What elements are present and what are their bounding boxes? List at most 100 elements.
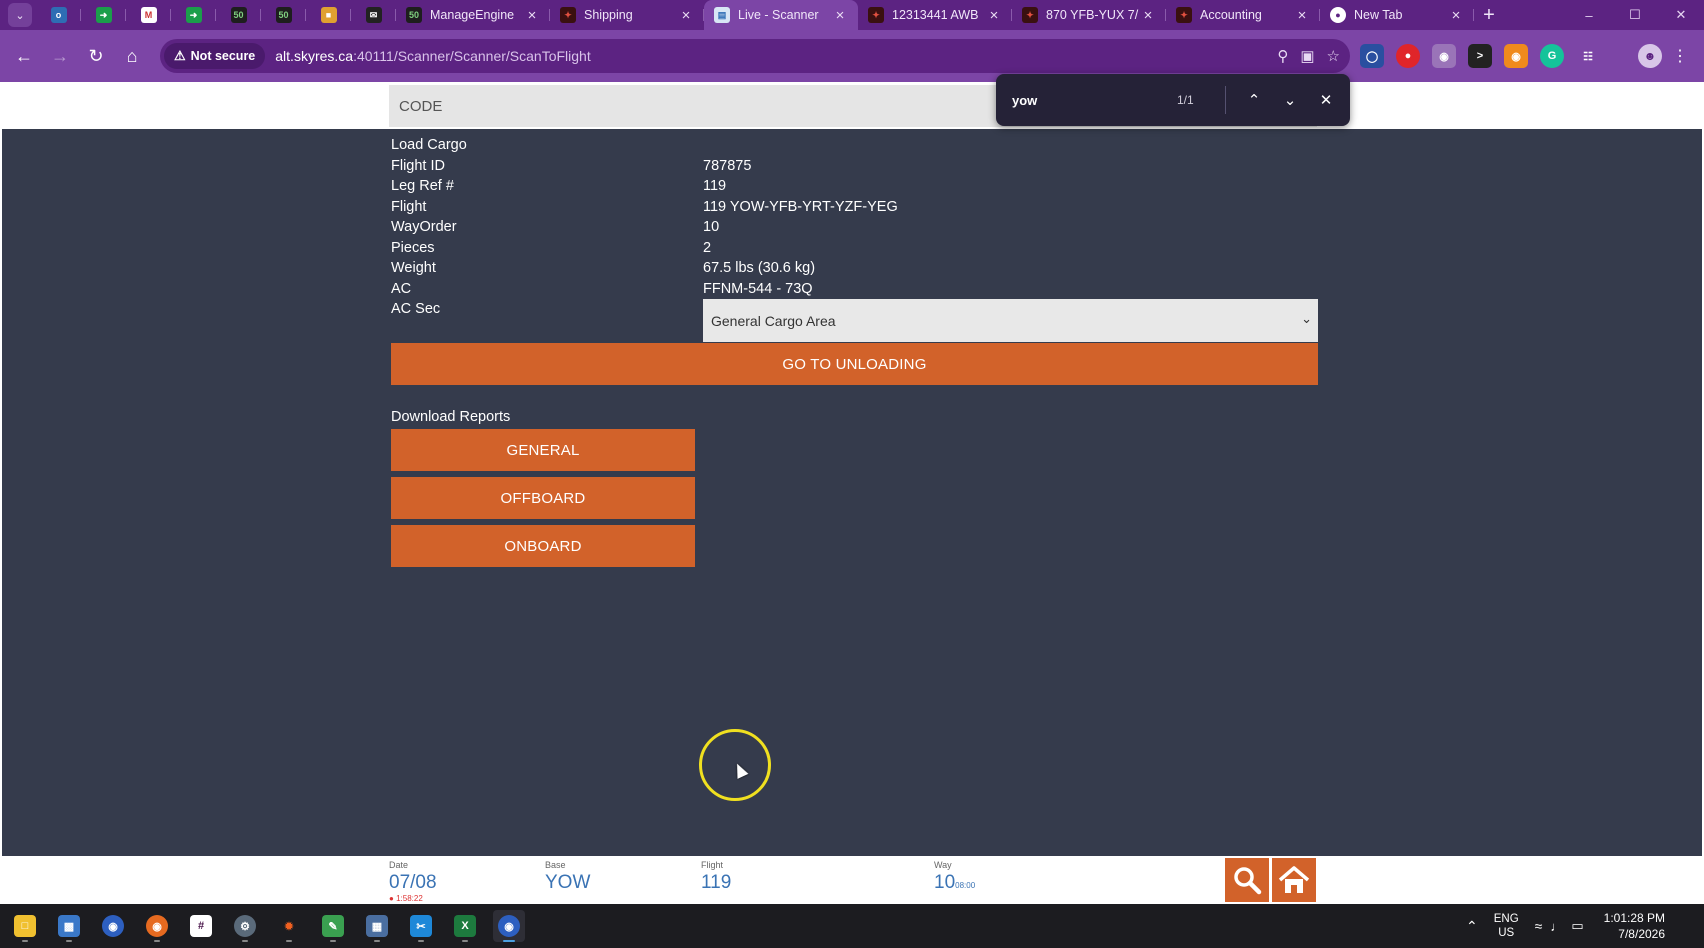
- browser-tab-active[interactable]: ▤ Live - Scanner ×: [704, 0, 858, 30]
- pinned-tab[interactable]: ➜: [81, 0, 126, 30]
- footer-label: Base: [545, 860, 566, 870]
- taskbar-app[interactable]: ✂: [405, 910, 437, 942]
- close-icon[interactable]: ×: [832, 7, 848, 24]
- maximize-icon[interactable]: ☐: [1612, 0, 1658, 30]
- chevron-up-icon[interactable]: ⌃: [1466, 918, 1478, 935]
- zoom-icon[interactable]: ⚲: [1277, 47, 1288, 65]
- close-icon[interactable]: ×: [1294, 7, 1310, 24]
- info-row: WayOrder 10: [391, 217, 898, 238]
- taskbar-app[interactable]: ▩: [53, 910, 85, 942]
- running-indicator: [330, 940, 336, 942]
- pinned-tab[interactable]: ➜: [171, 0, 216, 30]
- forward-button[interactable]: →: [42, 38, 78, 74]
- general-report-button[interactable]: GENERAL: [391, 429, 695, 471]
- browser-tab[interactable]: ✦ 12313441 AWB ×: [858, 0, 1012, 30]
- taskbar-app-active[interactable]: ◉: [493, 910, 525, 942]
- address-bar[interactable]: ⚠ Not secure alt.skyres.ca:40111/Scanner…: [160, 39, 1350, 73]
- clock-date: 7/8/2026: [1618, 927, 1666, 941]
- taskbar-app[interactable]: X: [449, 910, 481, 942]
- back-button[interactable]: ←: [6, 38, 42, 74]
- lang-top: ENG: [1493, 913, 1519, 925]
- browser-tab[interactable]: ✦ 870 YFB-YUX 7/ ×: [1012, 0, 1166, 30]
- volume-icon[interactable]: ♩: [1550, 919, 1563, 934]
- taskbar-app[interactable]: ✎: [317, 910, 349, 942]
- close-icon[interactable]: ×: [678, 7, 694, 24]
- reload-button[interactable]: ↻: [78, 38, 114, 74]
- tab-search-button[interactable]: ⌄: [8, 3, 32, 27]
- home-button[interactable]: ⌂: [114, 38, 150, 74]
- sheets-icon: ➜: [95, 7, 112, 23]
- home-icon: [1278, 866, 1310, 893]
- browser-tab[interactable]: ✦ Accounting ×: [1166, 0, 1320, 30]
- browser-tab[interactable]: ✦ Shipping ×: [550, 0, 704, 30]
- record-extension-icon[interactable]: ●: [1396, 44, 1420, 68]
- close-icon[interactable]: ×: [524, 7, 540, 24]
- terminal-extension-icon[interactable]: >: [1468, 44, 1492, 68]
- taskbar-app[interactable]: ◉: [97, 910, 129, 942]
- taskbar-app[interactable]: #: [185, 910, 217, 942]
- taskbar-app[interactable]: ⚙: [229, 910, 261, 942]
- running-indicator: [22, 940, 28, 942]
- lock-icon: ■: [320, 7, 337, 23]
- wifi-icon[interactable]: ≈: [1535, 918, 1543, 934]
- clock[interactable]: 1:01:28 PM 7/8/2026: [1604, 910, 1665, 942]
- offboard-report-button[interactable]: OFFBOARD: [391, 477, 695, 519]
- extensions-puzzle-icon[interactable]: ☷: [1576, 44, 1600, 68]
- pinned-tab[interactable]: o: [36, 0, 81, 30]
- way-time: 08:00: [955, 881, 976, 890]
- download-reports-title: Download Reports: [391, 409, 511, 425]
- profile-avatar[interactable]: ☻: [1638, 44, 1662, 68]
- onboard-report-button[interactable]: ONBOARD: [391, 525, 695, 567]
- gmail-icon: M: [140, 7, 157, 23]
- close-icon[interactable]: ×: [986, 7, 1002, 24]
- install-app-icon[interactable]: ▣: [1300, 47, 1314, 65]
- battery-icon[interactable]: ▭: [1571, 918, 1583, 934]
- field-value: 67.5 lbs (30.6 kg): [703, 260, 816, 277]
- new-tab-button[interactable]: +: [1474, 4, 1504, 27]
- rss-extension-icon[interactable]: ◉: [1504, 44, 1528, 68]
- mask-extension-icon[interactable]: ◉: [1432, 44, 1456, 68]
- pinned-tab[interactable]: M: [126, 0, 171, 30]
- chevron-down-icon[interactable]: ⌄: [1272, 91, 1308, 109]
- minimize-icon[interactable]: –: [1566, 0, 1612, 30]
- extensions-area: ◯ ● ◉ > ◉ G ☷: [1360, 30, 1600, 82]
- pinned-tab[interactable]: 50: [261, 0, 306, 30]
- plus-icon: +: [1483, 3, 1495, 26]
- footer-value: 07/08: [389, 872, 437, 893]
- taskbar-app[interactable]: ✹: [273, 910, 305, 942]
- arrow-right-icon: →: [51, 45, 69, 66]
- site-security-chip[interactable]: ⚠ Not secure: [164, 43, 266, 69]
- find-input[interactable]: yow: [1012, 93, 1177, 108]
- ac-sec-label: AC Sec: [391, 301, 441, 318]
- security-extension-icon[interactable]: ◯: [1360, 44, 1384, 68]
- way-value: 10: [934, 872, 956, 893]
- taskbar-app[interactable]: ◉: [141, 910, 173, 942]
- omnibox-actions: ⚲ ▣ ☆: [1277, 39, 1340, 73]
- bookmark-star-icon[interactable]: ☆: [1327, 47, 1340, 65]
- browser-tab[interactable]: 50 ManageEngine ×: [396, 0, 550, 30]
- taskbar-app[interactable]: □: [9, 910, 41, 942]
- chevron-up-icon[interactable]: ⌃: [1236, 91, 1272, 109]
- close-window-icon[interactable]: ✕: [1658, 0, 1704, 30]
- footer-home-button[interactable]: [1272, 858, 1316, 902]
- grammarly-icon[interactable]: G: [1540, 44, 1564, 68]
- chrome-icon: ●: [1330, 7, 1346, 23]
- footer-search-button[interactable]: [1225, 858, 1269, 902]
- language-indicator[interactable]: ENG US: [1494, 912, 1519, 940]
- taskbar-app[interactable]: ▦: [361, 910, 393, 942]
- pinned-tab[interactable]: ✉: [351, 0, 396, 30]
- mail-icon: ✉: [365, 7, 382, 23]
- arrow-left-icon: ←: [15, 45, 33, 66]
- go-to-unloading-button[interactable]: GO TO UNLOADING: [391, 343, 1318, 385]
- running-indicator: [242, 940, 248, 942]
- browser-menu-button[interactable]: ⋮: [1670, 44, 1690, 68]
- close-icon[interactable]: ×: [1140, 7, 1156, 24]
- ac-sec-select[interactable]: General Cargo Area ⌄: [703, 299, 1318, 342]
- close-icon[interactable]: ×: [1448, 7, 1464, 24]
- pinned-tab[interactable]: ■: [306, 0, 351, 30]
- pinned-tab[interactable]: 50: [216, 0, 261, 30]
- close-icon[interactable]: ✕: [1308, 91, 1344, 109]
- footer-way: Way 1008:00: [934, 860, 975, 894]
- field-label: AC: [391, 280, 412, 297]
- browser-tab[interactable]: ● New Tab ×: [1320, 0, 1474, 30]
